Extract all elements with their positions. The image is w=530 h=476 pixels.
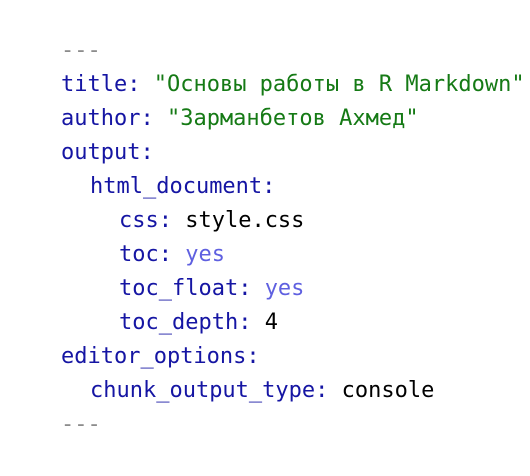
chunk-output-type-key: chunk_output_type: bbox=[89, 378, 329, 403]
delimiter-text: --- bbox=[60, 412, 101, 437]
yaml-delimiter-open: --- bbox=[8, 0, 101, 63]
yaml-line-chunk-output-type: chunk_output_type: console bbox=[8, 340, 434, 403]
author-value: "Зарманбетов Ахмед" bbox=[166, 106, 419, 131]
yaml-line-author: author: "Зарманбетов Ахмед" bbox=[8, 68, 419, 131]
yaml-line-output: output: bbox=[8, 102, 154, 165]
yaml-line-toc-float: toc_float: yes bbox=[8, 238, 304, 301]
yaml-line-toc-depth: toc_depth: 4 bbox=[8, 272, 278, 335]
yaml-line-css: css: style.css bbox=[8, 170, 304, 233]
yaml-line-html-document: html_document: bbox=[8, 136, 275, 199]
chunk-output-type-value: console bbox=[341, 378, 435, 403]
yaml-line-editor-options: editor_options: bbox=[8, 306, 260, 369]
yaml-line-title: title: "Основы работы в R Markdown" bbox=[8, 34, 525, 97]
yaml-delimiter-close: --- bbox=[8, 374, 101, 437]
code-editor[interactable]: --- title: "Основы работы в R Markdown" … bbox=[0, 0, 530, 437]
yaml-line-toc: toc: yes bbox=[8, 204, 225, 267]
toc-depth-value: 4 bbox=[264, 310, 278, 335]
